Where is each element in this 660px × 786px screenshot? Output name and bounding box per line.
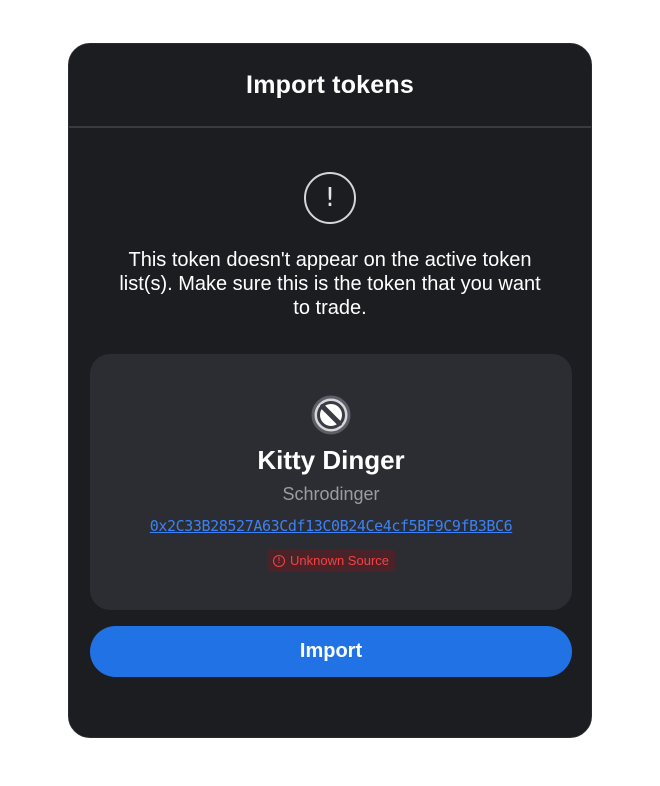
unknown-source-badge: ! Unknown Source xyxy=(267,549,395,572)
import-tokens-modal: Import tokens ! This token doesn't appea… xyxy=(68,43,592,738)
alert-circle-icon: ! xyxy=(304,172,356,224)
token-card: Kitty Dinger Schrodinger 0x2C33B28527A63… xyxy=(90,354,572,610)
warning-icon-container: ! xyxy=(69,172,591,224)
token-address-link[interactable]: 0x2C33B28527A63Cdf13C0B24Ce4cf5BF9C9fB3B… xyxy=(150,517,513,535)
source-badge-label: Unknown Source xyxy=(290,553,389,568)
modal-title: Import tokens xyxy=(246,70,414,99)
modal-header: Import tokens xyxy=(69,44,591,128)
token-symbol: Schrodinger xyxy=(282,484,380,504)
token-name: Kitty Dinger xyxy=(257,445,405,475)
alert-circle-icon: ! xyxy=(273,554,285,567)
warning-message: This token doesn't appear on the active … xyxy=(119,249,541,319)
blocked-token-icon xyxy=(311,395,351,435)
import-button[interactable]: Import xyxy=(90,626,572,677)
